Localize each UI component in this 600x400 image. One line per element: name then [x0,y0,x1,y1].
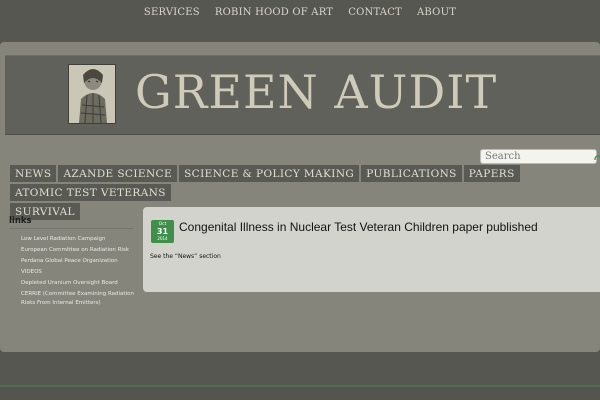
search-input[interactable] [480,149,597,164]
sidebar-links: Low Level Radiation Campaign European Co… [21,234,136,310]
post-date-year: 2014 [157,236,168,241]
post-date-day: 31 [156,227,169,236]
sidebar-link-cerrie[interactable]: CERRIE (Committee Examining Radiation Ri… [21,289,136,310]
search-icon[interactable] [592,150,600,160]
main-nav-publications[interactable]: PUBLICATIONS [361,165,462,182]
top-nav: SERVICES ROBIN HOOD OF ART CONTACT ABOUT [0,0,600,22]
site-title[interactable]: GREEN AUDIT [135,60,497,124]
post-title[interactable]: Congenital Illness in Nuclear Test Veter… [179,219,538,235]
main-nav-news[interactable]: NEWS [10,165,57,182]
post-excerpt: See the “News” section [150,253,221,260]
sidebar-link-european-committee-on-radiation-risk[interactable]: European Committee on Radiation Risk [21,245,136,256]
top-nav-services[interactable]: SERVICES [144,3,200,23]
main-nav-atomic-test-veterans[interactable]: ATOMIC TEST VETERANS [10,184,171,201]
site-logo[interactable] [68,64,116,124]
main-nav-azande-science[interactable]: AZANDE SCIENCE [58,165,178,182]
sidebar-divider [9,228,133,229]
logo-engraving-image [69,65,115,123]
sidebar-link-low-level-radiation-campaign[interactable]: Low Level Radiation Campaign [21,234,136,245]
top-nav-robin-hood-of-art[interactable]: ROBIN HOOD OF ART [215,3,333,23]
top-nav-about[interactable]: ABOUT [417,3,456,23]
sidebar-link-videos[interactable]: VIDEOS [21,267,136,278]
top-nav-contact[interactable]: CONTACT [348,3,402,23]
post-date-badge: Oct 31 2014 [151,220,174,243]
main-nav-science-policy-making[interactable]: SCIENCE & POLICY MAKING [179,165,360,182]
sidebar-title: links [9,216,32,226]
main-nav-papers[interactable]: PAPERS [463,165,520,182]
sidebar-link-perdana-global-peace-organization[interactable]: Perdana Global Peace Organization [21,256,136,267]
footer [0,387,600,400]
sidebar-link-depleted-uranium-oversight-board[interactable]: Depleted Uranium Oversight Board [21,278,136,289]
